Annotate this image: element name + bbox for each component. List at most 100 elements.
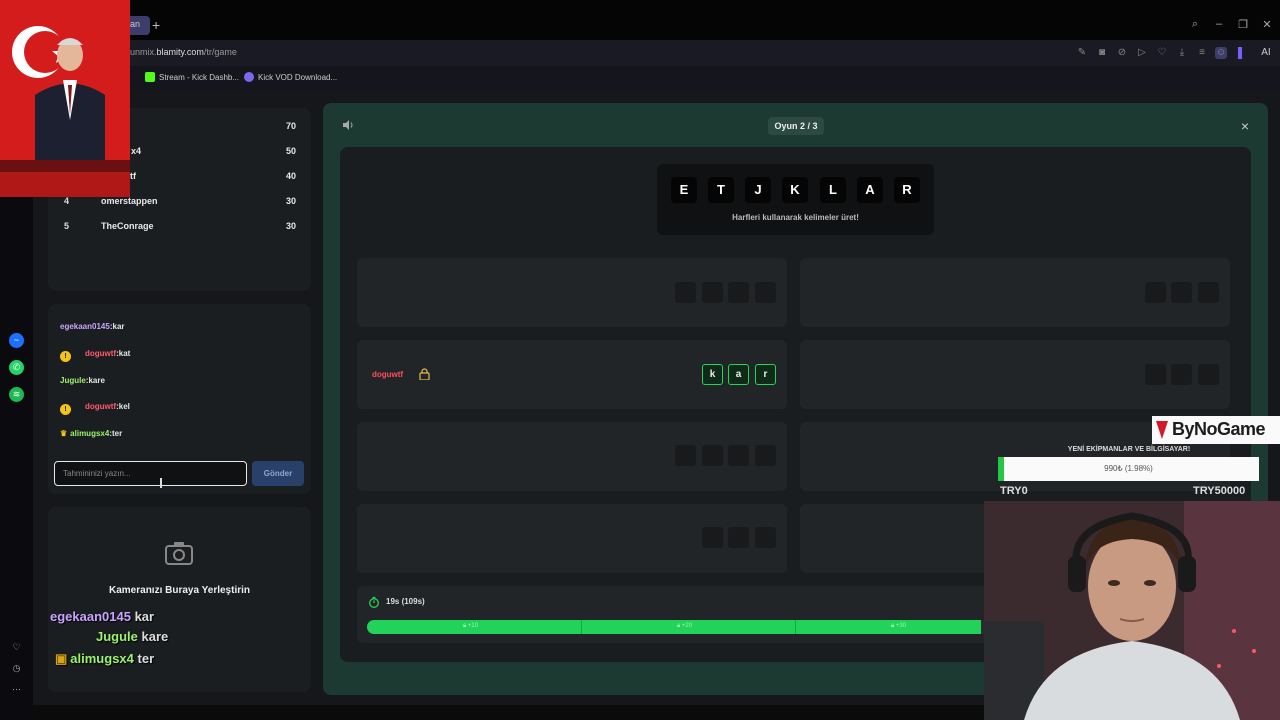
letter-tile: E [671,177,697,203]
close-window-icon[interactable]: ✕ [1259,18,1275,31]
letter-tile: A [857,177,883,203]
word-slot [675,445,696,466]
messenger-icon[interactable]: ~ [9,333,24,348]
bynogame-logo-icon [1156,421,1168,439]
word-slot [728,527,749,548]
spotify-icon[interactable]: ≋ [9,387,24,402]
word-slot [728,445,749,466]
new-tab-icon[interactable]: + [152,18,166,32]
camera-placeholder-text: Kameranızı Buraya Yerleştirin [109,585,250,596]
mouse-cursor [160,478,162,488]
more-icon[interactable]: ⋯ [9,682,24,697]
word-slot [702,282,723,303]
webcam-feed [984,501,1280,720]
word-slot [1198,364,1219,385]
coin-badge-icon: ! [60,404,71,415]
menu-icon[interactable]: ≡ [1196,47,1208,59]
overlay-chat-line: ▣ alimugsx4 ter [55,651,155,666]
progress-divider [795,620,796,634]
leaderboard-name: TheConrage [101,221,154,231]
leaderboard-name: x4 [131,146,142,156]
kick-icon [145,72,155,82]
chat-message: egekaan0145:kar [60,322,125,331]
word-slot [1145,282,1166,303]
solved-letter-slot: r [755,364,776,385]
letter-tile: L [820,177,846,203]
letter-tile: R [894,177,920,203]
heart-sidebar-icon[interactable]: ♡ [9,640,24,655]
timer-text: 19s (109s) [386,597,425,606]
word-slot [728,282,749,303]
crown-icon: ♛ [60,429,68,438]
leaderboard-score: 40 [285,171,296,181]
history-icon[interactable]: ◷ [9,661,24,676]
guess-input[interactable] [54,461,247,486]
edit-icon[interactable]: ✎ [1076,47,1088,59]
send-button[interactable]: Gönder [252,461,304,486]
flag-portrait-overlay [0,0,130,197]
ai-button[interactable]: AI [1255,47,1277,59]
shield-icon[interactable]: ⊘ [1116,47,1128,59]
overlay-chat-line: egekaan0145 kar [50,609,155,624]
letter-tile: J [745,177,771,203]
word-slot [755,282,776,303]
game-round-label: Oyun 2 / 3 [768,117,824,135]
leaderboard-score: 30 [285,221,296,231]
leaderboard-name: tf [130,171,136,181]
leaderboard-rank: 4 [64,196,70,206]
word-slot [755,445,776,466]
leaderboard-score: 30 [285,196,296,206]
leaderboard-score: 50 [285,146,296,156]
word-slot [702,527,723,548]
profile-icon[interactable]: ☺ [1215,47,1227,59]
leaderboard-rank: 5 [64,221,70,231]
solved-letter-slot: a [728,364,749,385]
progress-milestone: 🔒︎ +20 [677,623,693,629]
word-slot [702,445,723,466]
word-slot [1171,364,1192,385]
donation-max: TRY50000 [1193,485,1246,497]
progress-divider [581,620,582,634]
lock-icon [419,368,430,380]
word-slot [1145,364,1166,385]
crown-icon: ▣ [55,651,68,666]
solved-letter-slot: k [702,364,723,385]
donation-min: TRY0 [1000,485,1028,497]
speaker-icon[interactable] [342,119,354,131]
donation-progress-text: 990₺ (1.98%) [1104,464,1153,473]
word-slot [1198,282,1219,303]
browser-tab-bar [0,0,1280,40]
letter-tile: T [708,177,734,203]
coin-badge-icon: ! [60,351,71,362]
maximize-icon[interactable]: ❐ [1235,18,1251,31]
solver-name: doguwtf [372,370,404,379]
word-slot [675,282,696,303]
bookmark-kick-vod[interactable]: Kick VOD Download... [244,72,337,82]
word-slot [1171,282,1192,303]
vod-icon [244,72,254,82]
bookmark-kick-dashboard[interactable]: Stream - Kick Dashb... [145,72,239,82]
chat-message: Jugule:kare [60,376,105,385]
url-text[interactable]: unmix.blamity.com/tr/game [130,47,237,57]
chat-message: ! doguwtf:kel [60,402,130,415]
overlay-chat-line: Jugule kare [96,629,169,644]
bynogame-brand: ByNoGame [1172,419,1266,439]
progress-milestone: 🔒︎ +30 [891,623,907,629]
close-modal-button[interactable]: × [1238,119,1252,133]
word-slot [755,527,776,548]
chat-message: ♛ alimugsx4:ter [60,429,123,438]
play-icon[interactable]: ▷ [1136,47,1148,59]
download-icon[interactable]: ⤓ [1176,47,1188,59]
accent-indicator [1238,47,1242,59]
heart-icon[interactable]: ♡ [1156,47,1168,59]
hint-text: Harfleri kullanarak kelimeler üret! [732,213,859,222]
search-icon[interactable]: ⌕ [1187,18,1203,31]
progress-milestone: 🔒︎ +10 [463,623,479,629]
camera-icon [165,542,193,565]
time-progress-fill [367,620,982,634]
leaderboard-name: omerstappen [101,196,158,206]
donation-title: YENİ EKİPMANLAR VE BİLGİSAYAR! [1067,446,1191,453]
minimize-icon[interactable]: – [1211,18,1227,30]
camera-icon[interactable]: ◙ [1096,47,1108,59]
whatsapp-icon[interactable]: ✆ [9,360,24,375]
